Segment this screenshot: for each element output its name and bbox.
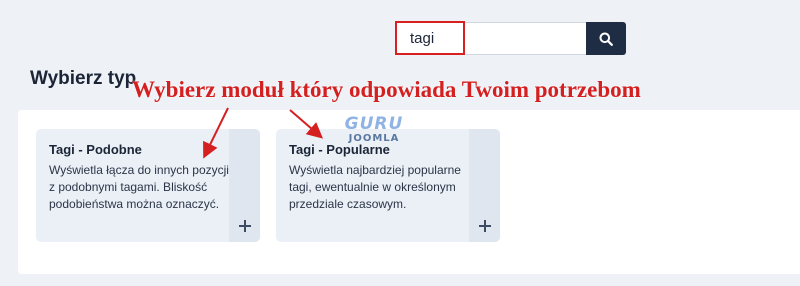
search-button[interactable] — [586, 22, 626, 55]
page-title: Wybierz typ — [30, 68, 137, 89]
card-title: Tagi - Podobne — [49, 142, 142, 157]
card-description: Wyświetla łącza do innych pozycji z podo… — [49, 163, 229, 211]
card-body: Tagi - Podobne Wyświetla łącza do innych… — [49, 142, 229, 213]
card-title: Tagi - Popularne — [289, 142, 390, 157]
plus-icon — [238, 220, 251, 232]
card-body: Tagi - Popularne Wyświetla najbardziej p… — [289, 142, 469, 213]
plus-icon — [478, 220, 491, 232]
annotation-text: Wybierz moduł który odpowiada Twoim potr… — [132, 77, 641, 102]
add-module-button[interactable] — [469, 129, 500, 242]
card-description: Wyświetla najbardziej popularne tagi, ew… — [289, 163, 461, 211]
add-module-button[interactable] — [229, 129, 260, 242]
search-input[interactable] — [395, 22, 586, 55]
search-icon — [599, 32, 613, 46]
module-card-tagi-popularne[interactable]: Tagi - Popularne Wyświetla najbardziej p… — [276, 129, 500, 242]
search-bar — [395, 22, 626, 55]
module-card-tagi-podobne[interactable]: Tagi - Podobne Wyświetla łącza do innych… — [36, 129, 260, 242]
